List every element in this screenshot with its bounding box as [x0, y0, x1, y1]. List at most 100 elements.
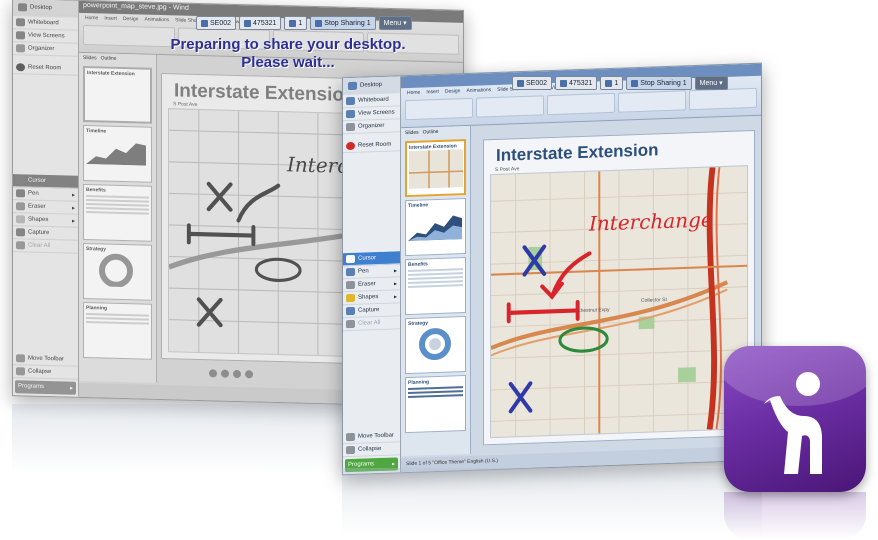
- ribbon-tab[interactable]: Home: [407, 90, 420, 96]
- participant-count[interactable]: 1: [600, 76, 624, 90]
- strategy-circle-icon: [99, 253, 133, 288]
- stop-sharing-button[interactable]: Stop Sharing 1: [626, 76, 692, 90]
- menu-button[interactable]: Menu ▾: [694, 76, 728, 90]
- tab-slides[interactable]: Slides: [83, 55, 97, 61]
- tab-outline[interactable]: Outline: [101, 55, 117, 61]
- street-label: Chestnut Expy: [577, 306, 610, 315]
- stop-sharing-button[interactable]: Stop Sharing 1: [310, 16, 376, 30]
- slide-thumbnail[interactable]: Strategy: [405, 316, 466, 375]
- session-icon: [517, 79, 524, 87]
- slide-thumbnail[interactable]: Planning: [405, 375, 466, 434]
- map-image: S Post Ave Chestnut Expy Collector St In…: [490, 165, 748, 439]
- key-icon: [244, 19, 252, 27]
- key-icon: [560, 79, 568, 87]
- session-code[interactable]: 475321: [555, 76, 598, 90]
- sharing-overlay-message: Preparing to share your desktop. Please …: [170, 36, 406, 71]
- share-bar-back: SE002 475321 1 Stop Sharing 1 Menu ▾: [196, 16, 412, 30]
- chevron-right-icon: ▸: [71, 205, 75, 212]
- slide-thumbnail[interactable]: Benefits: [405, 257, 466, 316]
- chevron-down-icon: ▾: [403, 20, 407, 27]
- street-label: S Post Ave: [173, 101, 198, 108]
- ribbon-tab[interactable]: Design: [123, 16, 139, 22]
- ribbon-group[interactable]: [476, 95, 544, 118]
- ribbon-tab[interactable]: Animations: [466, 87, 491, 94]
- app-logo: [724, 346, 866, 492]
- shapes-icon: [16, 215, 25, 224]
- slide-thumbnail[interactable]: Planning: [83, 301, 152, 360]
- ribbon-tab[interactable]: Design: [445, 88, 461, 95]
- user-icon: [605, 79, 613, 87]
- clear-icon: [16, 241, 25, 250]
- clear-icon: [346, 319, 355, 329]
- ribbon-tab[interactable]: Insert: [104, 16, 117, 22]
- chevron-right-icon: ▸: [71, 218, 75, 225]
- whiteboard-icon: [346, 96, 355, 106]
- tab-slides[interactable]: Slides: [405, 130, 419, 136]
- share-bar-front: SE002 475321 1 Stop Sharing 1 Menu ▾: [512, 76, 728, 90]
- toolbar-header: Desktop: [13, 0, 78, 18]
- chevron-right-icon: ▸: [393, 280, 397, 288]
- ribbon-group[interactable]: [689, 87, 757, 111]
- toolbar-header: Desktop: [343, 76, 400, 96]
- reset-icon: [16, 63, 25, 72]
- tab-outline[interactable]: Outline: [423, 129, 439, 136]
- slide-thumbnail[interactable]: Timeline: [83, 124, 152, 183]
- logo-reflection: [724, 492, 866, 540]
- chevron-right-icon: ▸: [71, 192, 75, 199]
- ribbon-group[interactable]: [547, 92, 615, 116]
- cursor-icon: [346, 254, 355, 264]
- cursor-icon: [16, 176, 25, 185]
- meeting-toolbar-back: Desktop Whiteboard View Screens Organize…: [13, 0, 79, 397]
- street-label: Collector St: [641, 296, 667, 304]
- capture-icon: [346, 306, 355, 316]
- eraser-icon: [16, 202, 25, 211]
- slide-title: Interstate Extension: [496, 140, 659, 165]
- next-icon[interactable]: [245, 370, 253, 379]
- main-slide-front[interactable]: Interstate Extension S Post Ave Chestnut…: [483, 129, 755, 446]
- desktop-icon: [348, 81, 357, 91]
- menu-button[interactable]: Menu ▾: [378, 16, 412, 30]
- prev-icon[interactable]: [209, 369, 217, 378]
- programs-button[interactable]: Programs ▸: [15, 380, 76, 395]
- ribbon-group[interactable]: [405, 97, 473, 121]
- timeline-chart-icon: [408, 215, 462, 242]
- slide-thumbnail[interactable]: Interstate Extension: [83, 65, 152, 124]
- stop-icon: [315, 19, 323, 27]
- collapse-button[interactable]: Collapse: [343, 442, 400, 458]
- chevron-right-icon: ▸: [393, 293, 397, 301]
- collapse-button[interactable]: Collapse: [13, 365, 78, 380]
- pen-icon: [16, 189, 25, 198]
- chevron-right-icon: ▸: [69, 385, 73, 392]
- slide-thumbnail[interactable]: Interstate Extension: [405, 139, 466, 198]
- chevron-right-icon: ▸: [391, 461, 395, 468]
- slide-title: Interstate Extension: [174, 80, 356, 107]
- organizer-icon: [346, 122, 355, 132]
- ribbon-group[interactable]: [618, 90, 686, 113]
- street-label: S Post Ave: [495, 166, 520, 173]
- shapes-icon: [346, 293, 355, 303]
- session-id[interactable]: SE002: [196, 16, 237, 30]
- ribbon-tab[interactable]: Insert: [426, 89, 439, 95]
- participant-count[interactable]: 1: [284, 16, 308, 30]
- session-id[interactable]: SE002: [512, 76, 553, 90]
- desktop-button[interactable]: Desktop: [345, 78, 398, 94]
- organizer-icon: [16, 44, 25, 53]
- ribbon-tab[interactable]: Animations: [144, 17, 169, 24]
- user-icon: [289, 19, 297, 27]
- slide-thumbnail[interactable]: Strategy: [83, 242, 152, 301]
- session-code[interactable]: 475321: [239, 16, 282, 30]
- pen-icon[interactable]: [233, 369, 241, 379]
- collapse-icon: [346, 445, 355, 455]
- ribbon-tab[interactable]: Home: [85, 15, 98, 21]
- slide-thumbnail[interactable]: Timeline: [405, 198, 466, 257]
- play-icon[interactable]: [221, 369, 229, 378]
- map-thumbnail-icon: [409, 149, 463, 189]
- capture-icon: [16, 228, 25, 237]
- slides-panel-front: Slides Outline Interstate Extension Time…: [401, 125, 471, 457]
- ribbon-front: Home Insert Design Animations Slide Show…: [401, 63, 761, 129]
- front-window-reflection: [342, 468, 762, 534]
- stop-icon: [631, 79, 639, 87]
- desktop-button[interactable]: Desktop: [15, 1, 76, 16]
- move-icon: [16, 354, 25, 363]
- slide-thumbnail[interactable]: Benefits: [83, 183, 152, 242]
